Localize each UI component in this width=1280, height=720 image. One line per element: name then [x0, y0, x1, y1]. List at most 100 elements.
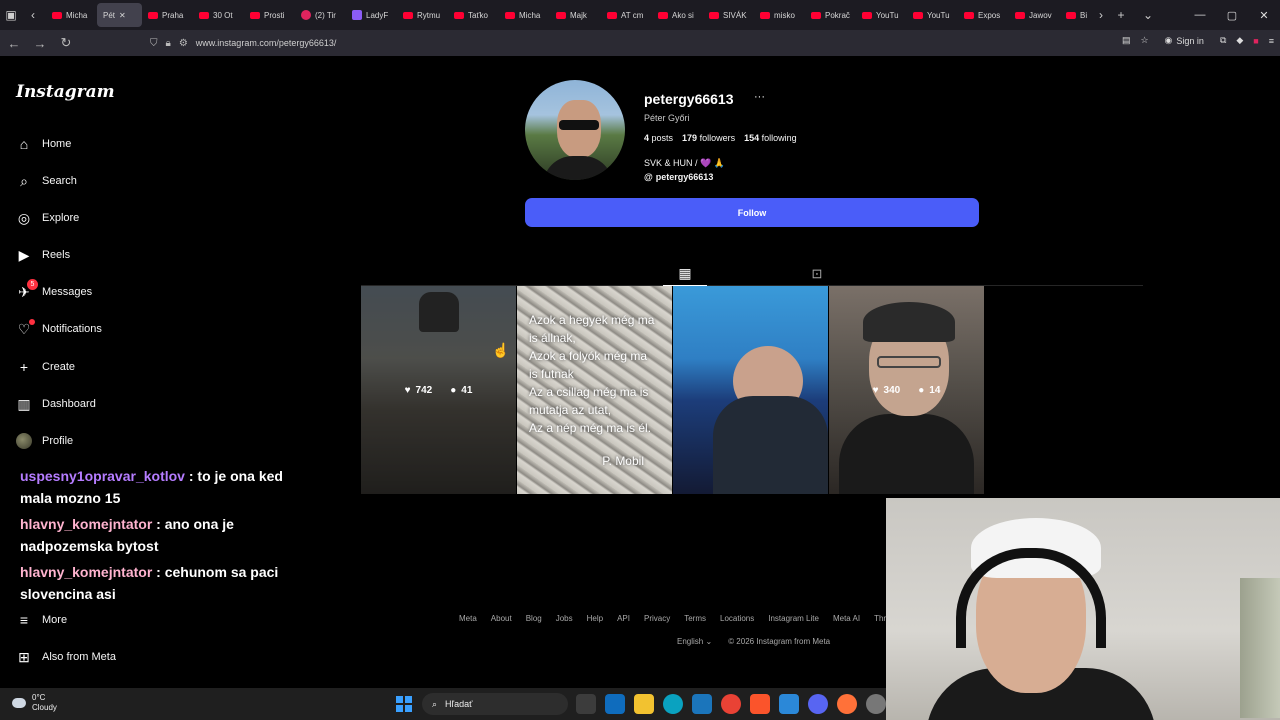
chrome-icon[interactable] [721, 694, 741, 714]
sidebar-item-profile[interactable]: Profile [16, 433, 73, 449]
profile-avatar[interactable] [525, 80, 625, 180]
brave-icon[interactable] [750, 694, 770, 714]
browser-tab[interactable]: Majk [550, 3, 601, 27]
footer-link[interactable]: Terms [684, 614, 706, 623]
browser-tab[interactable]: SIVÁK [703, 3, 754, 27]
sidebar-item-search[interactable]: ⌕ Search [16, 173, 77, 189]
minimize-icon[interactable]: — [1184, 9, 1216, 21]
sidebar-item-dashboard[interactable]: ▥ Dashboard [16, 396, 95, 412]
browser-tab[interactable]: Prosti [244, 3, 295, 27]
footer-link[interactable]: Locations [720, 614, 754, 623]
post-thumbnail[interactable]: Azok a hegyek még ma is állnak, Azok a f… [517, 286, 672, 494]
new-tab-icon[interactable]: + [1110, 4, 1132, 26]
footer-link[interactable]: Help [587, 614, 603, 623]
browser-tab[interactable]: 30 Ot [193, 3, 244, 27]
browser-tab[interactable]: (2) Tir [295, 3, 346, 27]
sidebar-item-create[interactable]: + Create [16, 359, 75, 375]
footer-link[interactable]: Jobs [556, 614, 573, 623]
lock-icon[interactable]: 🔒︎ [166, 38, 171, 49]
post-thumbnail[interactable] [673, 286, 828, 494]
browser-tab[interactable]: Jawov [1009, 3, 1060, 27]
extension-red-icon[interactable]: ■ [1253, 36, 1258, 46]
store-icon[interactable] [605, 694, 625, 714]
browser-tab[interactable]: Pét ✕ [0, 3, 142, 66]
weather-widget[interactable]: 0°C Cloudy [12, 693, 57, 713]
task-view-icon[interactable] [576, 694, 596, 714]
footer-link[interactable]: API [617, 614, 630, 623]
browser-tab[interactable]: Taťko [448, 3, 499, 27]
taskbar-search[interactable]: ⌕ Hľadať [422, 693, 568, 715]
avatar-icon [16, 433, 32, 449]
sign-in-button[interactable]: ◉ Sign in [1159, 33, 1210, 48]
browser-tab[interactable]: Praha [142, 3, 193, 27]
follow-button[interactable]: Follow [525, 198, 979, 227]
comment-icon: ● [450, 384, 457, 396]
browser-tab[interactable]: LadyF [346, 3, 397, 27]
url-bar[interactable]: ⛉ 🔒︎ ⚙ www.instagram.com/petergy66613/ [150, 33, 1050, 53]
extensions-icon[interactable]: ⧉ [1220, 35, 1226, 46]
instagram-logo[interactable]: Instagram [16, 82, 115, 102]
footer-link[interactable]: Blog [526, 614, 542, 623]
browser-tab[interactable]: YouTu [907, 3, 958, 27]
language-selector[interactable]: English ⌄ [677, 637, 712, 646]
footer-link[interactable]: Instagram Lite [768, 614, 819, 623]
tab-posts-grid-icon[interactable]: ▦ [663, 262, 707, 286]
following-link[interactable]: 154 following [744, 133, 797, 143]
shield-icon[interactable]: ⛉ [150, 38, 158, 49]
followers-link[interactable]: 179 followers [682, 133, 735, 143]
permissions-icon[interactable]: ⚙ [179, 38, 188, 49]
footer-link[interactable]: Meta AI [833, 614, 860, 623]
reader-view-icon[interactable]: ▤ [1122, 35, 1131, 46]
footer-link[interactable]: Privacy [644, 614, 670, 623]
browser-tab[interactable]: YouTu [856, 3, 907, 27]
close-tab-icon[interactable]: ✕ [119, 11, 126, 20]
sidebar-item-notifications[interactable]: ♡ Notifications [16, 319, 102, 337]
notepad-icon[interactable] [779, 694, 799, 714]
close-window-icon[interactable]: ✕ [1248, 9, 1280, 22]
tab-label: Taťko [468, 10, 488, 20]
footer-link[interactable]: Meta [459, 614, 477, 623]
sidebar-item-also-from-meta[interactable]: ⊞ Also from Meta [16, 649, 116, 665]
browser-tab[interactable]: Ako si [652, 3, 703, 27]
footer-link[interactable]: About [491, 614, 512, 623]
forward-icon[interactable]: → [28, 31, 52, 55]
browser-tab[interactable]: Micha [499, 3, 550, 27]
edge-icon[interactable] [663, 694, 683, 714]
bookmark-star-icon[interactable]: ☆ [1140, 35, 1148, 46]
tab-overview-icon[interactable]: ▣ [0, 4, 22, 26]
back-icon[interactable]: ← [2, 31, 26, 55]
browser-tab[interactable]: AT cm [601, 3, 652, 27]
tab-scroll-left-icon[interactable]: ‹ [22, 4, 44, 26]
browser-tab[interactable]: misko [754, 3, 805, 27]
tab-tagged-icon[interactable]: ⊡ [796, 262, 838, 286]
tab-list-dropdown-icon[interactable]: ⌄ [1137, 4, 1159, 26]
hamburger-icon: ≡ [19, 612, 29, 628]
sidebar-item-home[interactable]: ⌂ Home [16, 136, 72, 152]
post-thumbnail[interactable]: ♥ 742 ● 41 [361, 286, 516, 494]
reload-icon[interactable]: ↻ [54, 31, 78, 55]
discord-icon[interactable] [808, 694, 828, 714]
extension-icon[interactable]: ◆ [1236, 35, 1243, 46]
browser-tab[interactable]: Micha [46, 3, 97, 27]
browser-tab[interactable]: Rytmu [397, 3, 448, 27]
more-options-icon[interactable]: ··· [754, 91, 765, 103]
sidebar-item-messages[interactable]: ✈ 5 Messages [16, 279, 92, 300]
sidebar-item-more[interactable]: ≡ More [16, 612, 67, 628]
sidebar-item-reels[interactable]: ▶ Reels [16, 247, 71, 263]
post-thumbnail[interactable]: ♥ 340 ● 14 [829, 286, 984, 494]
url-text[interactable]: www.instagram.com/petergy66613/ [196, 38, 337, 48]
settings-icon[interactable] [866, 694, 886, 714]
tab-scroll-right-icon[interactable]: › [1090, 4, 1112, 26]
menu-icon[interactable]: ≡ [1269, 36, 1274, 46]
sidebar-item-explore[interactable]: ◎ Explore [16, 210, 79, 226]
file-explorer-icon[interactable] [634, 694, 654, 714]
photos-icon[interactable] [692, 694, 712, 714]
threads-link[interactable]: @ petergy66613 [644, 172, 713, 182]
browser-tab[interactable]: Pokrač [805, 3, 856, 27]
windows-start-icon[interactable] [396, 696, 412, 712]
search-icon: ⌕ [432, 698, 438, 709]
firefox-icon[interactable] [837, 694, 857, 714]
tab-label: SIVÁK [723, 10, 747, 20]
maximize-icon[interactable]: ▢ [1216, 9, 1248, 22]
browser-tab[interactable]: Expos [958, 3, 1009, 27]
